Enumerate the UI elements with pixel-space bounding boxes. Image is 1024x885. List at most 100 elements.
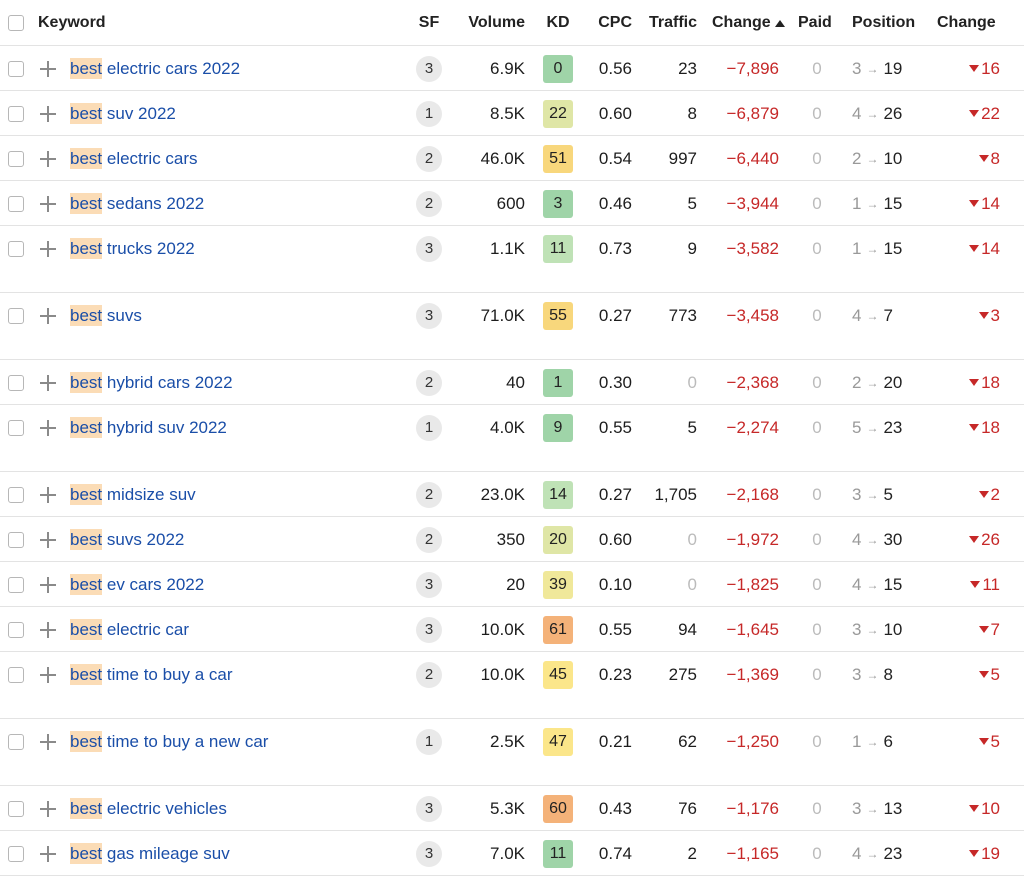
header-keyword[interactable]: Keyword — [38, 0, 368, 46]
keyword-link[interactable]: best gas mileage suv — [70, 831, 400, 876]
keyword-link[interactable]: best suvs 2022 — [70, 517, 400, 562]
serp-features-cell[interactable]: 2 — [408, 181, 450, 226]
sf-badge[interactable]: 2 — [416, 661, 442, 688]
row-checkbox-cell[interactable] — [8, 136, 28, 181]
sf-badge[interactable]: 2 — [416, 369, 442, 396]
sf-badge[interactable]: 3 — [416, 235, 442, 262]
header-kd[interactable]: KD — [539, 0, 577, 46]
serp-features-cell[interactable]: 1 — [408, 405, 450, 450]
serp-features-cell[interactable]: 3 — [408, 46, 450, 91]
add-to-list-button[interactable] — [38, 472, 58, 517]
header-paid[interactable]: Paid — [798, 0, 838, 46]
row-checkbox-cell[interactable] — [8, 472, 28, 517]
row-checkbox[interactable] — [8, 150, 24, 167]
row-checkbox[interactable] — [8, 666, 24, 683]
serp-features-cell[interactable]: 3 — [408, 562, 450, 607]
row-checkbox-cell[interactable] — [8, 46, 28, 91]
sf-badge[interactable]: 2 — [416, 526, 442, 553]
serp-features-cell[interactable]: 2 — [408, 472, 450, 517]
keyword-link[interactable]: best ev cars 2022 — [70, 562, 400, 607]
row-checkbox-cell[interactable] — [8, 786, 28, 831]
sf-badge[interactable]: 3 — [416, 302, 442, 329]
select-all-cell[interactable] — [8, 0, 28, 46]
serp-features-cell[interactable]: 3 — [408, 226, 450, 271]
keyword-link[interactable]: best midsize suv — [70, 472, 400, 517]
serp-features-cell[interactable]: 2 — [408, 360, 450, 405]
add-to-list-button[interactable] — [38, 562, 58, 607]
row-checkbox[interactable] — [8, 800, 24, 817]
serp-features-cell[interactable]: 1 — [408, 719, 450, 764]
add-to-list-button[interactable] — [38, 607, 58, 652]
add-to-list-button[interactable] — [38, 91, 58, 136]
serp-features-cell[interactable]: 3 — [408, 786, 450, 831]
keyword-link[interactable]: best electric cars — [70, 136, 400, 181]
row-checkbox[interactable] — [8, 733, 24, 750]
keyword-link[interactable]: best suvs — [70, 293, 400, 338]
add-to-list-button[interactable] — [38, 405, 58, 450]
sf-badge[interactable]: 1 — [416, 100, 442, 127]
add-to-list-button[interactable] — [38, 46, 58, 91]
sf-badge[interactable]: 3 — [416, 840, 442, 867]
add-to-list-button[interactable] — [38, 360, 58, 405]
row-checkbox-cell[interactable] — [8, 91, 28, 136]
row-checkbox[interactable] — [8, 307, 24, 324]
row-checkbox-cell[interactable] — [8, 719, 28, 764]
add-to-list-button[interactable] — [38, 831, 58, 876]
add-to-list-button[interactable] — [38, 136, 58, 181]
header-sf[interactable]: SF — [408, 0, 450, 46]
serp-features-cell[interactable]: 3 — [408, 831, 450, 876]
keyword-link[interactable]: best suv 2022 — [70, 91, 400, 136]
row-checkbox-cell[interactable] — [8, 293, 28, 338]
row-checkbox[interactable] — [8, 240, 24, 257]
header-traffic[interactable]: Traffic — [640, 0, 697, 46]
row-checkbox-cell[interactable] — [8, 607, 28, 652]
header-cpc[interactable]: CPC — [588, 0, 632, 46]
row-checkbox[interactable] — [8, 576, 24, 593]
keyword-link[interactable]: best time to buy a car — [70, 652, 400, 697]
row-checkbox[interactable] — [8, 531, 24, 548]
row-checkbox-cell[interactable] — [8, 360, 28, 405]
row-checkbox[interactable] — [8, 621, 24, 638]
row-checkbox-cell[interactable] — [8, 831, 28, 876]
add-to-list-button[interactable] — [38, 181, 58, 226]
header-change-sorted[interactable]: Change — [712, 0, 794, 46]
keyword-link[interactable]: best trucks 2022 — [70, 226, 400, 271]
serp-features-cell[interactable]: 2 — [408, 517, 450, 562]
row-checkbox[interactable] — [8, 60, 24, 77]
row-checkbox-cell[interactable] — [8, 562, 28, 607]
serp-features-cell[interactable]: 2 — [408, 652, 450, 697]
add-to-list-button[interactable] — [38, 517, 58, 562]
row-checkbox-cell[interactable] — [8, 226, 28, 271]
add-to-list-button[interactable] — [38, 293, 58, 338]
sf-badge[interactable]: 2 — [416, 190, 442, 217]
serp-features-cell[interactable]: 1 — [408, 91, 450, 136]
sf-badge[interactable]: 2 — [416, 145, 442, 172]
sf-badge[interactable]: 2 — [416, 481, 442, 508]
row-checkbox-cell[interactable] — [8, 405, 28, 450]
sf-badge[interactable]: 3 — [416, 616, 442, 643]
header-position[interactable]: Position — [852, 0, 922, 46]
row-checkbox[interactable] — [8, 374, 24, 391]
keyword-link[interactable]: best hybrid suv 2022 — [70, 405, 400, 450]
row-checkbox-cell[interactable] — [8, 652, 28, 697]
keyword-link[interactable]: best electric cars 2022 — [70, 46, 400, 91]
sf-badge[interactable]: 3 — [416, 571, 442, 598]
add-to-list-button[interactable] — [38, 719, 58, 764]
keyword-link[interactable]: best electric car — [70, 607, 400, 652]
row-checkbox[interactable] — [8, 105, 24, 122]
keyword-link[interactable]: best electric vehicles — [70, 786, 400, 831]
keyword-link[interactable]: best sedans 2022 — [70, 181, 400, 226]
add-to-list-button[interactable] — [38, 786, 58, 831]
row-checkbox[interactable] — [8, 419, 24, 436]
keyword-link[interactable]: best time to buy a new car — [70, 719, 400, 764]
add-to-list-button[interactable] — [38, 652, 58, 697]
serp-features-cell[interactable]: 2 — [408, 136, 450, 181]
row-checkbox[interactable] — [8, 845, 24, 862]
select-all-checkbox[interactable] — [8, 15, 24, 31]
keyword-link[interactable]: best hybrid cars 2022 — [70, 360, 400, 405]
serp-features-cell[interactable]: 3 — [408, 293, 450, 338]
row-checkbox[interactable] — [8, 195, 24, 212]
row-checkbox-cell[interactable] — [8, 181, 28, 226]
add-to-list-button[interactable] — [38, 226, 58, 271]
sf-badge[interactable]: 1 — [416, 414, 442, 441]
